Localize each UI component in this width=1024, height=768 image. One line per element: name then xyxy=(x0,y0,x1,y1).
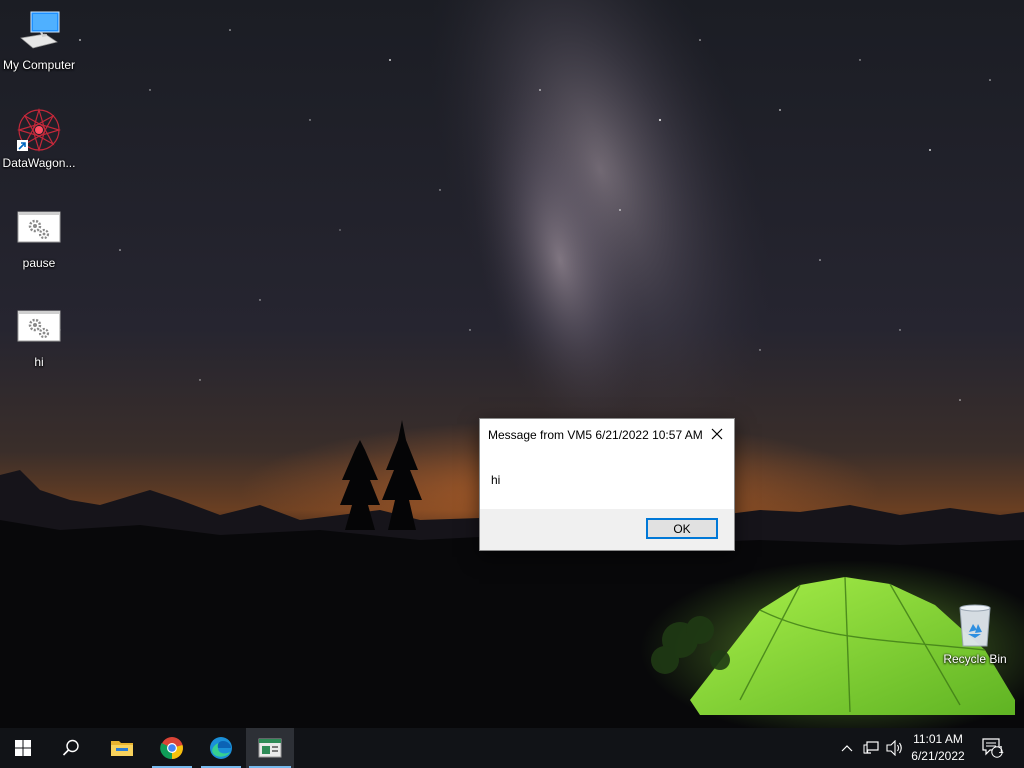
windows-start-icon xyxy=(15,740,31,756)
desktop-wallpaper xyxy=(0,0,1024,728)
desktop-icon-datawagon[interactable]: DataWagon... xyxy=(0,106,78,170)
dialog-titlebar[interactable]: Message from VM5 6/21/2022 10:57 AM xyxy=(480,419,734,449)
search-button[interactable] xyxy=(48,728,94,768)
batch-file-gears-icon xyxy=(15,206,63,254)
recycle-bin-icon xyxy=(951,602,999,650)
speaker-icon xyxy=(886,740,902,756)
desktop-icon-pause[interactable]: pause xyxy=(0,206,78,270)
chevron-up-icon xyxy=(841,745,853,752)
notification-badge: 1 xyxy=(998,745,1004,756)
desktop-icon-recycle-bin[interactable]: Recycle Bin xyxy=(936,602,1014,666)
ok-button[interactable]: OK xyxy=(646,518,718,539)
taskbar: 11:01 AM 6/21/2022 1 xyxy=(0,728,1024,768)
desktop-icon-hi[interactable]: hi xyxy=(0,305,78,369)
monitor-icon xyxy=(15,8,63,56)
taskbar-message-window[interactable] xyxy=(246,728,294,768)
start-button[interactable] xyxy=(0,728,46,768)
datawagon-shortcut-icon xyxy=(15,106,63,154)
clock-date: 6/21/2022 xyxy=(911,749,965,763)
desktop-icon-my-computer[interactable]: My Computer xyxy=(0,8,78,72)
desktop-icon-label: pause xyxy=(22,256,56,270)
batch-file-gears-icon xyxy=(15,305,63,353)
taskbar-edge[interactable] xyxy=(198,728,244,768)
desktop-icon-label: My Computer xyxy=(2,58,76,72)
network-icon xyxy=(863,741,879,754)
clock-time: 11:01 AM xyxy=(913,732,963,746)
taskbar-chrome[interactable] xyxy=(149,728,195,768)
close-button[interactable] xyxy=(700,419,734,449)
window-app-icon xyxy=(258,738,282,758)
taskbar-file-explorer[interactable] xyxy=(99,728,145,768)
action-center-button[interactable]: 1 xyxy=(978,728,1008,768)
clock-button[interactable]: 11:01 AM 6/21/2022 xyxy=(906,731,970,765)
dialog-footer: OK xyxy=(480,509,734,550)
desktop-icon-label: hi xyxy=(34,355,44,369)
desktop-icon-label: DataWagon... xyxy=(2,156,76,170)
edge-icon xyxy=(210,737,232,759)
search-icon xyxy=(62,739,79,756)
dialog-message: hi xyxy=(491,473,501,487)
folder-icon xyxy=(111,741,133,756)
network-tray-button[interactable] xyxy=(860,728,882,768)
chrome-icon xyxy=(160,737,183,760)
message-dialog: Message from VM5 6/21/2022 10:57 AM hi O… xyxy=(479,418,735,551)
dialog-title: Message from VM5 6/21/2022 10:57 AM xyxy=(488,428,703,442)
volume-tray-button[interactable] xyxy=(884,728,906,768)
dialog-body: hi xyxy=(480,449,734,509)
show-hidden-icons-button[interactable] xyxy=(836,728,858,768)
desktop-icon-label: Recycle Bin xyxy=(943,652,1007,666)
close-icon xyxy=(711,428,723,440)
